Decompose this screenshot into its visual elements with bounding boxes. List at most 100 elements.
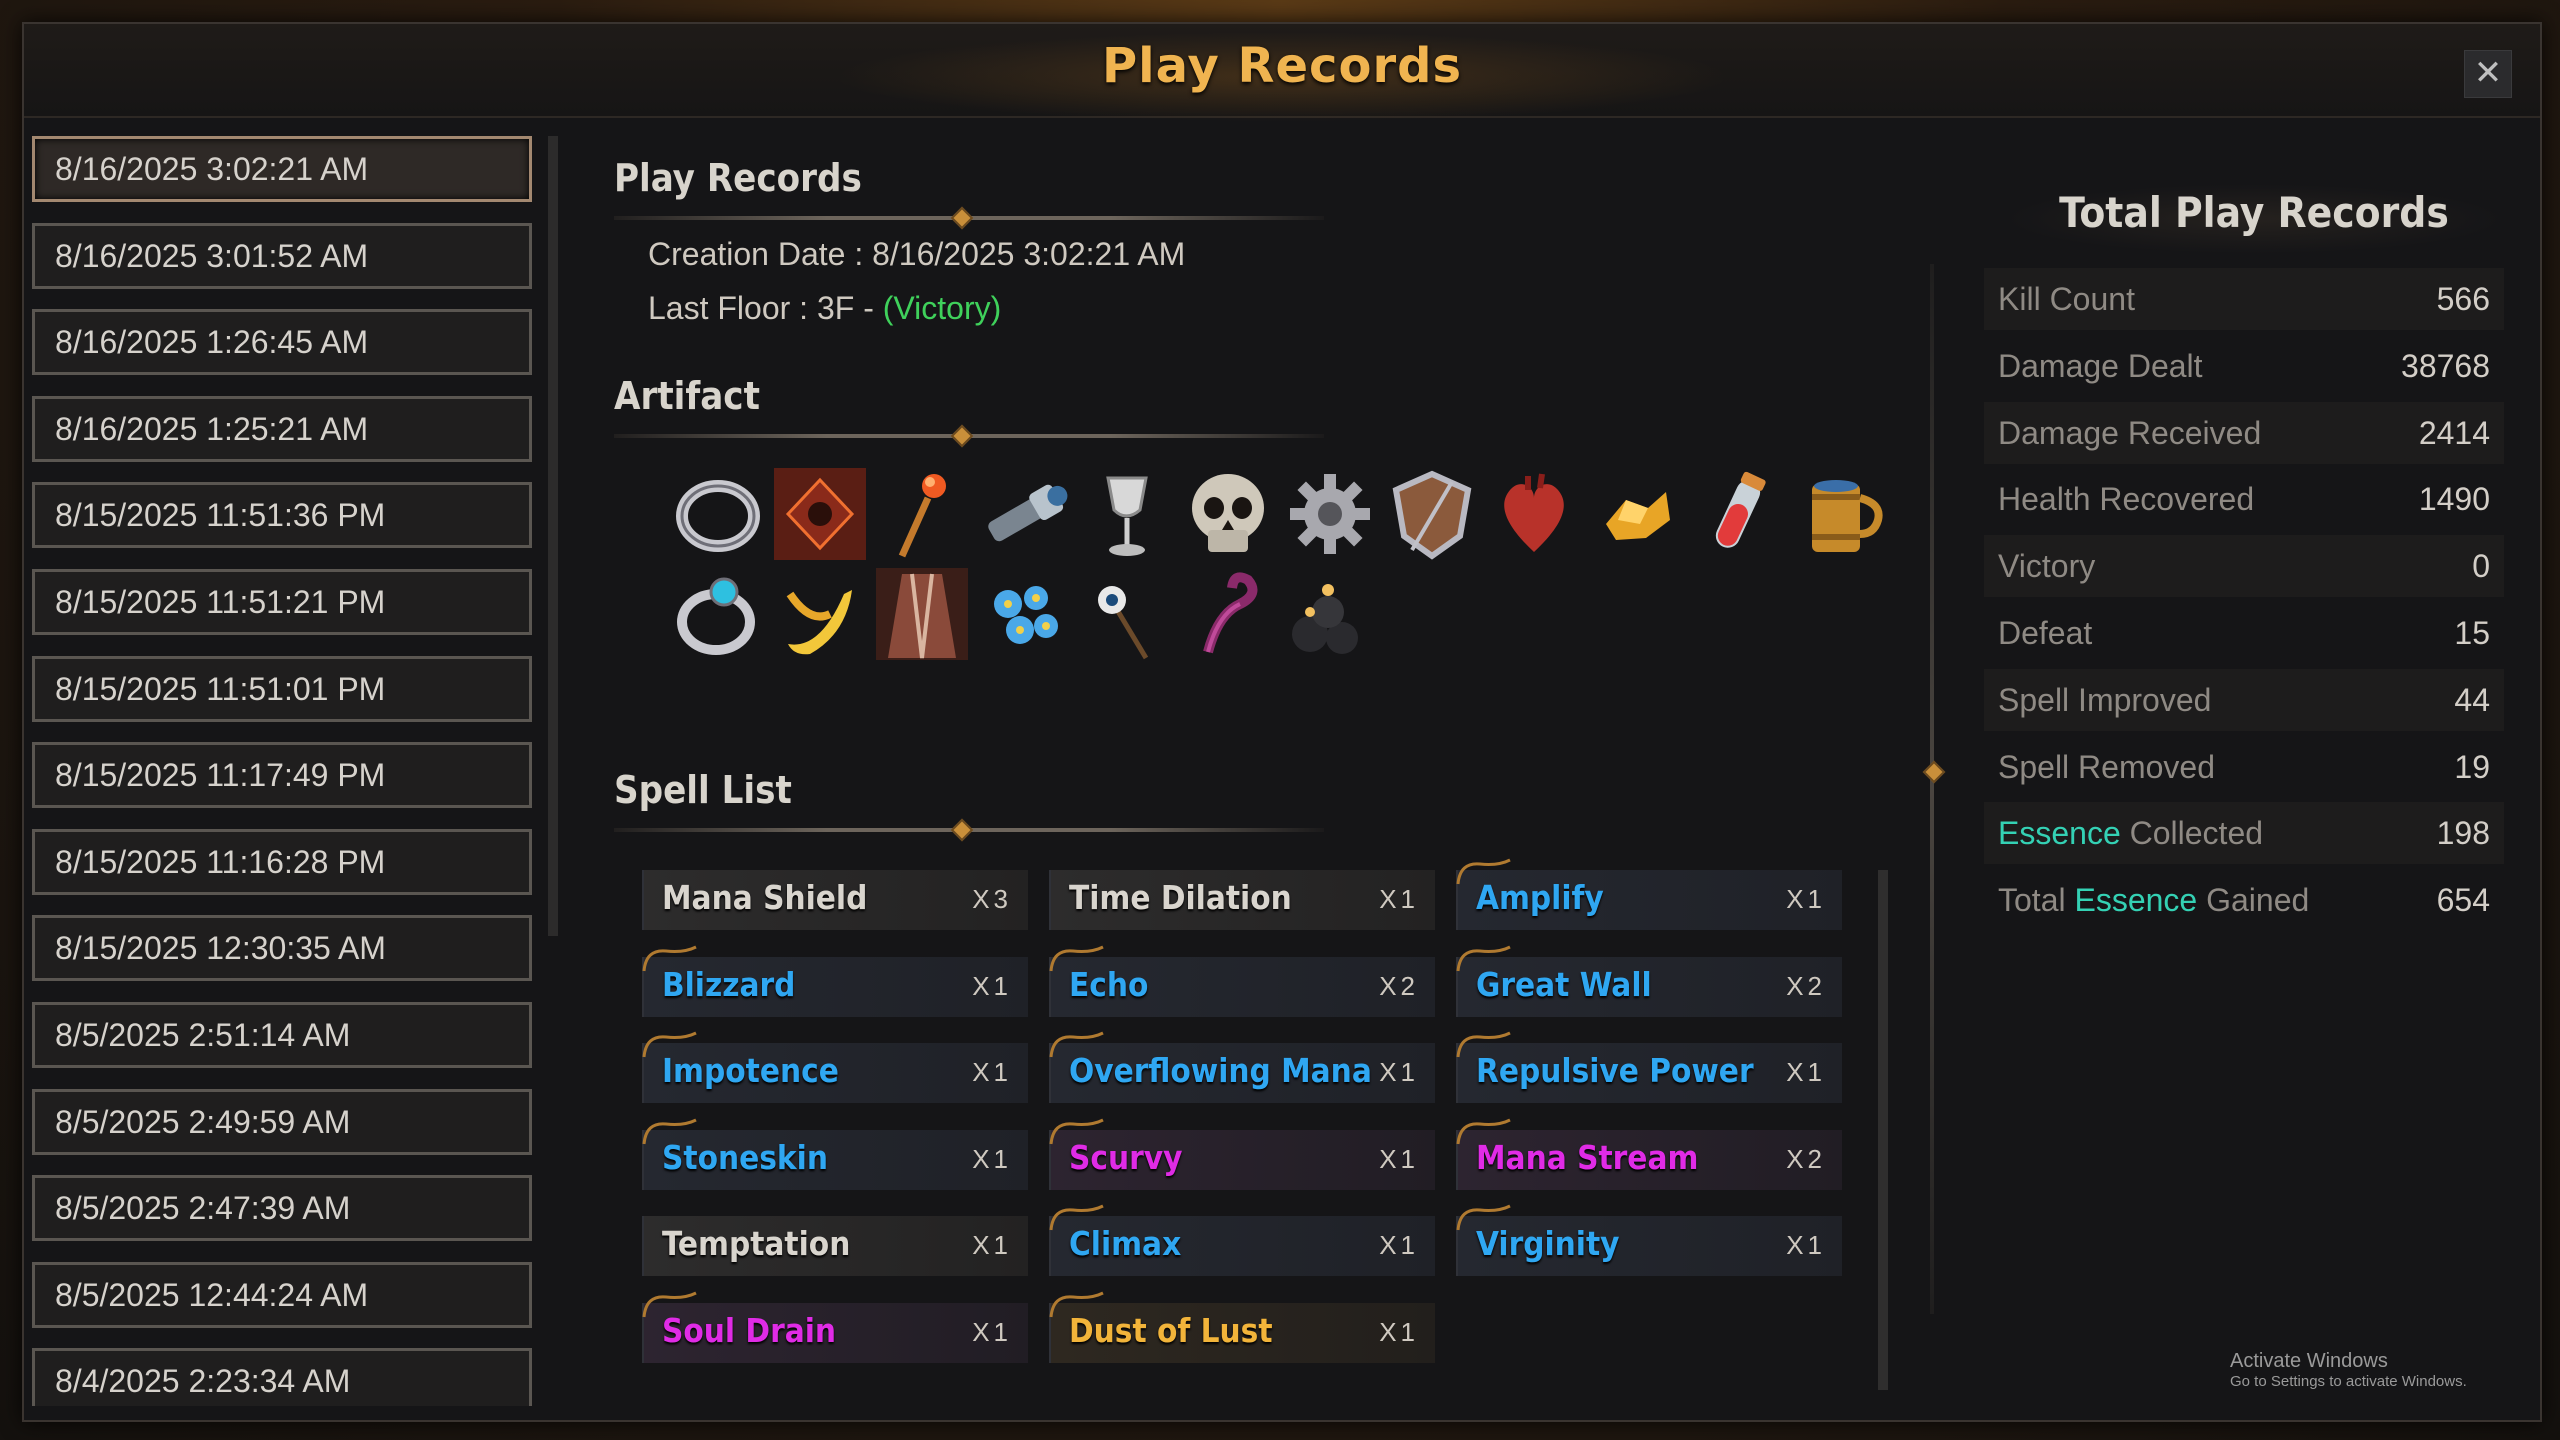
gold-nugget-icon[interactable] bbox=[1586, 464, 1686, 564]
record-item[interactable]: 8/15/2025 11:51:21 PM bbox=[32, 569, 532, 635]
stat-label-prefix: Total bbox=[1998, 882, 2075, 919]
spell-count: X1 bbox=[1786, 1057, 1826, 1088]
stat-label: Health Recovered bbox=[1998, 481, 2255, 518]
spell-card[interactable]: Dust of Lust X1 bbox=[1049, 1291, 1435, 1363]
spell-card[interactable]: Climax X1 bbox=[1049, 1205, 1435, 1277]
record-item[interactable]: 8/16/2025 1:26:45 AM bbox=[32, 309, 532, 376]
creation-label: Creation Date : bbox=[648, 236, 873, 272]
record-item[interactable]: 8/15/2025 12:30:35 AM bbox=[32, 915, 532, 982]
spell-count: X1 bbox=[972, 970, 1012, 1001]
spell-card[interactable]: Amplify X1 bbox=[1456, 858, 1842, 930]
watermark-line1: Activate Windows bbox=[2230, 1350, 2388, 1372]
essence-keyword: Essence bbox=[1998, 815, 2121, 852]
black-bombs-icon[interactable] bbox=[1280, 564, 1380, 664]
spell-card[interactable]: Echo X2 bbox=[1049, 945, 1435, 1017]
blue-flowers-icon[interactable] bbox=[974, 564, 1074, 664]
records-scrollbar[interactable] bbox=[548, 136, 558, 936]
wine-glass-icon[interactable] bbox=[1076, 464, 1176, 564]
spell-name: Repulsive Power bbox=[1476, 1051, 1754, 1091]
spell-card[interactable]: Impotence X1 bbox=[642, 1031, 1028, 1104]
records-list: 8/16/2025 3:02:21 AM 8/16/2025 3:01:52 AM… bbox=[32, 136, 544, 1406]
stat-label-text: Gained bbox=[2206, 882, 2310, 919]
spell-card[interactable]: Virginity X1 bbox=[1456, 1205, 1842, 1277]
spell-name: Mana Stream bbox=[1476, 1137, 1699, 1177]
spell-scrollbar[interactable] bbox=[1878, 870, 1888, 1390]
watermark-line2: Go to Settings to activate Windows. bbox=[2230, 1373, 2467, 1390]
spell-count: X1 bbox=[1379, 1057, 1419, 1088]
spell-card[interactable]: Overflowing Mana X1 bbox=[1049, 1031, 1435, 1104]
spell-name: Temptation bbox=[662, 1224, 851, 1264]
spell-count: X1 bbox=[972, 1230, 1012, 1261]
stat-value: 2414 bbox=[2418, 414, 2490, 451]
demon-emblem-icon[interactable] bbox=[770, 464, 870, 564]
record-item[interactable]: 8/16/2025 3:01:52 AM bbox=[32, 222, 532, 289]
stat-row: Essence Collected 198 bbox=[1984, 802, 2504, 865]
spell-list-title: Spell List bbox=[614, 768, 792, 812]
stat-label: Kill Count bbox=[1998, 281, 2135, 317]
spell-card[interactable]: Scurvy X1 bbox=[1049, 1118, 1435, 1190]
record-item[interactable]: 8/5/2025 2:47:39 AM bbox=[32, 1175, 532, 1242]
record-item[interactable]: 8/15/2025 11:51:01 PM bbox=[32, 655, 532, 722]
flame-staff-icon[interactable] bbox=[872, 464, 972, 564]
record-item[interactable]: 8/15/2025 11:16:28 PM bbox=[32, 828, 532, 895]
purple-tentacle-icon[interactable] bbox=[1178, 564, 1278, 664]
spell-name: Overflowing Mana bbox=[1069, 1051, 1372, 1091]
stat-label: Essence Collected bbox=[1998, 802, 2263, 864]
banana-icon[interactable] bbox=[770, 564, 870, 664]
record-item[interactable]: 8/15/2025 11:17:49 PM bbox=[32, 742, 532, 809]
spell-name: Virginity bbox=[1476, 1224, 1620, 1264]
close-button[interactable]: ✕ bbox=[2464, 50, 2512, 98]
spell-name: Great Wall bbox=[1476, 964, 1652, 1004]
record-item[interactable]: 8/15/2025 11:51:36 PM bbox=[32, 482, 532, 549]
stat-value: 654 bbox=[2436, 882, 2490, 919]
spell-card[interactable]: Stoneskin X1 bbox=[642, 1118, 1028, 1190]
eye-staff-icon[interactable] bbox=[1076, 564, 1176, 664]
spell-card[interactable]: Great Wall X2 bbox=[1456, 945, 1842, 1017]
stat-row: Defeat 15 bbox=[1984, 602, 2504, 664]
window-title: Play Records bbox=[1101, 38, 1463, 94]
panel-separator bbox=[1930, 264, 1934, 1314]
spell-card[interactable]: Temptation X1 bbox=[642, 1216, 1028, 1277]
stat-value: 0 bbox=[2472, 548, 2490, 585]
tattered-robe-icon[interactable] bbox=[872, 564, 972, 664]
spell-name: Stoneskin bbox=[662, 1137, 828, 1177]
spell-name: Climax bbox=[1069, 1224, 1182, 1264]
skull-icon[interactable] bbox=[1178, 464, 1278, 564]
spell-card[interactable]: Time Dilation X1 bbox=[1049, 870, 1435, 930]
spell-card[interactable]: Mana Stream X2 bbox=[1456, 1118, 1842, 1190]
spell-card[interactable]: Repulsive Power X1 bbox=[1456, 1031, 1842, 1104]
stat-value: 15 bbox=[2454, 615, 2490, 651]
stat-row: Victory 0 bbox=[1984, 535, 2504, 598]
heart-icon[interactable] bbox=[1484, 464, 1584, 564]
stat-label: Spell Improved bbox=[1998, 681, 2212, 718]
spell-name: Mana Shield bbox=[662, 878, 868, 917]
spell-count: X1 bbox=[972, 1057, 1012, 1088]
stats-title: Total Play Records bbox=[2059, 188, 2449, 237]
sapphire-ring-icon[interactable] bbox=[668, 564, 768, 664]
record-item[interactable]: 8/4/2025 2:23:34 AM bbox=[32, 1348, 532, 1406]
activate-windows-watermark: Activate Windows Go to Settings to activ… bbox=[2230, 1350, 2467, 1390]
spyglass-icon[interactable] bbox=[974, 464, 1074, 564]
red-potion-icon[interactable] bbox=[1688, 464, 1788, 564]
spell-count: X1 bbox=[1786, 884, 1826, 914]
record-item[interactable]: 8/5/2025 12:44:24 AM bbox=[32, 1261, 532, 1328]
divider-ornament bbox=[950, 818, 974, 842]
spell-card[interactable]: Blizzard X1 bbox=[642, 945, 1028, 1017]
spell-card[interactable]: Mana Shield X3 bbox=[642, 870, 1028, 930]
spell-name: Scurvy bbox=[1069, 1137, 1183, 1177]
artifact-title: Artifact bbox=[614, 374, 760, 418]
beer-mug-icon[interactable] bbox=[1790, 464, 1890, 564]
spell-card[interactable]: Soul Drain X1 bbox=[642, 1291, 1028, 1363]
spell-count: X1 bbox=[972, 1317, 1012, 1347]
record-item[interactable]: 8/5/2025 2:49:59 AM bbox=[32, 1088, 532, 1155]
spell-count: X2 bbox=[1786, 1143, 1826, 1174]
record-item[interactable]: 8/16/2025 3:02:21 AM bbox=[32, 136, 532, 202]
record-item[interactable]: 8/16/2025 1:25:21 AM bbox=[32, 395, 532, 462]
record-item[interactable]: 8/5/2025 2:51:14 AM bbox=[32, 1002, 532, 1068]
spell-count: X1 bbox=[1379, 1230, 1419, 1261]
wooden-shield-icon[interactable] bbox=[1382, 464, 1482, 564]
stat-label: Damage Received bbox=[1998, 414, 2262, 451]
silver-ring-icon[interactable] bbox=[668, 464, 768, 564]
gear-icon[interactable] bbox=[1280, 464, 1380, 564]
divider-ornament bbox=[950, 424, 974, 448]
